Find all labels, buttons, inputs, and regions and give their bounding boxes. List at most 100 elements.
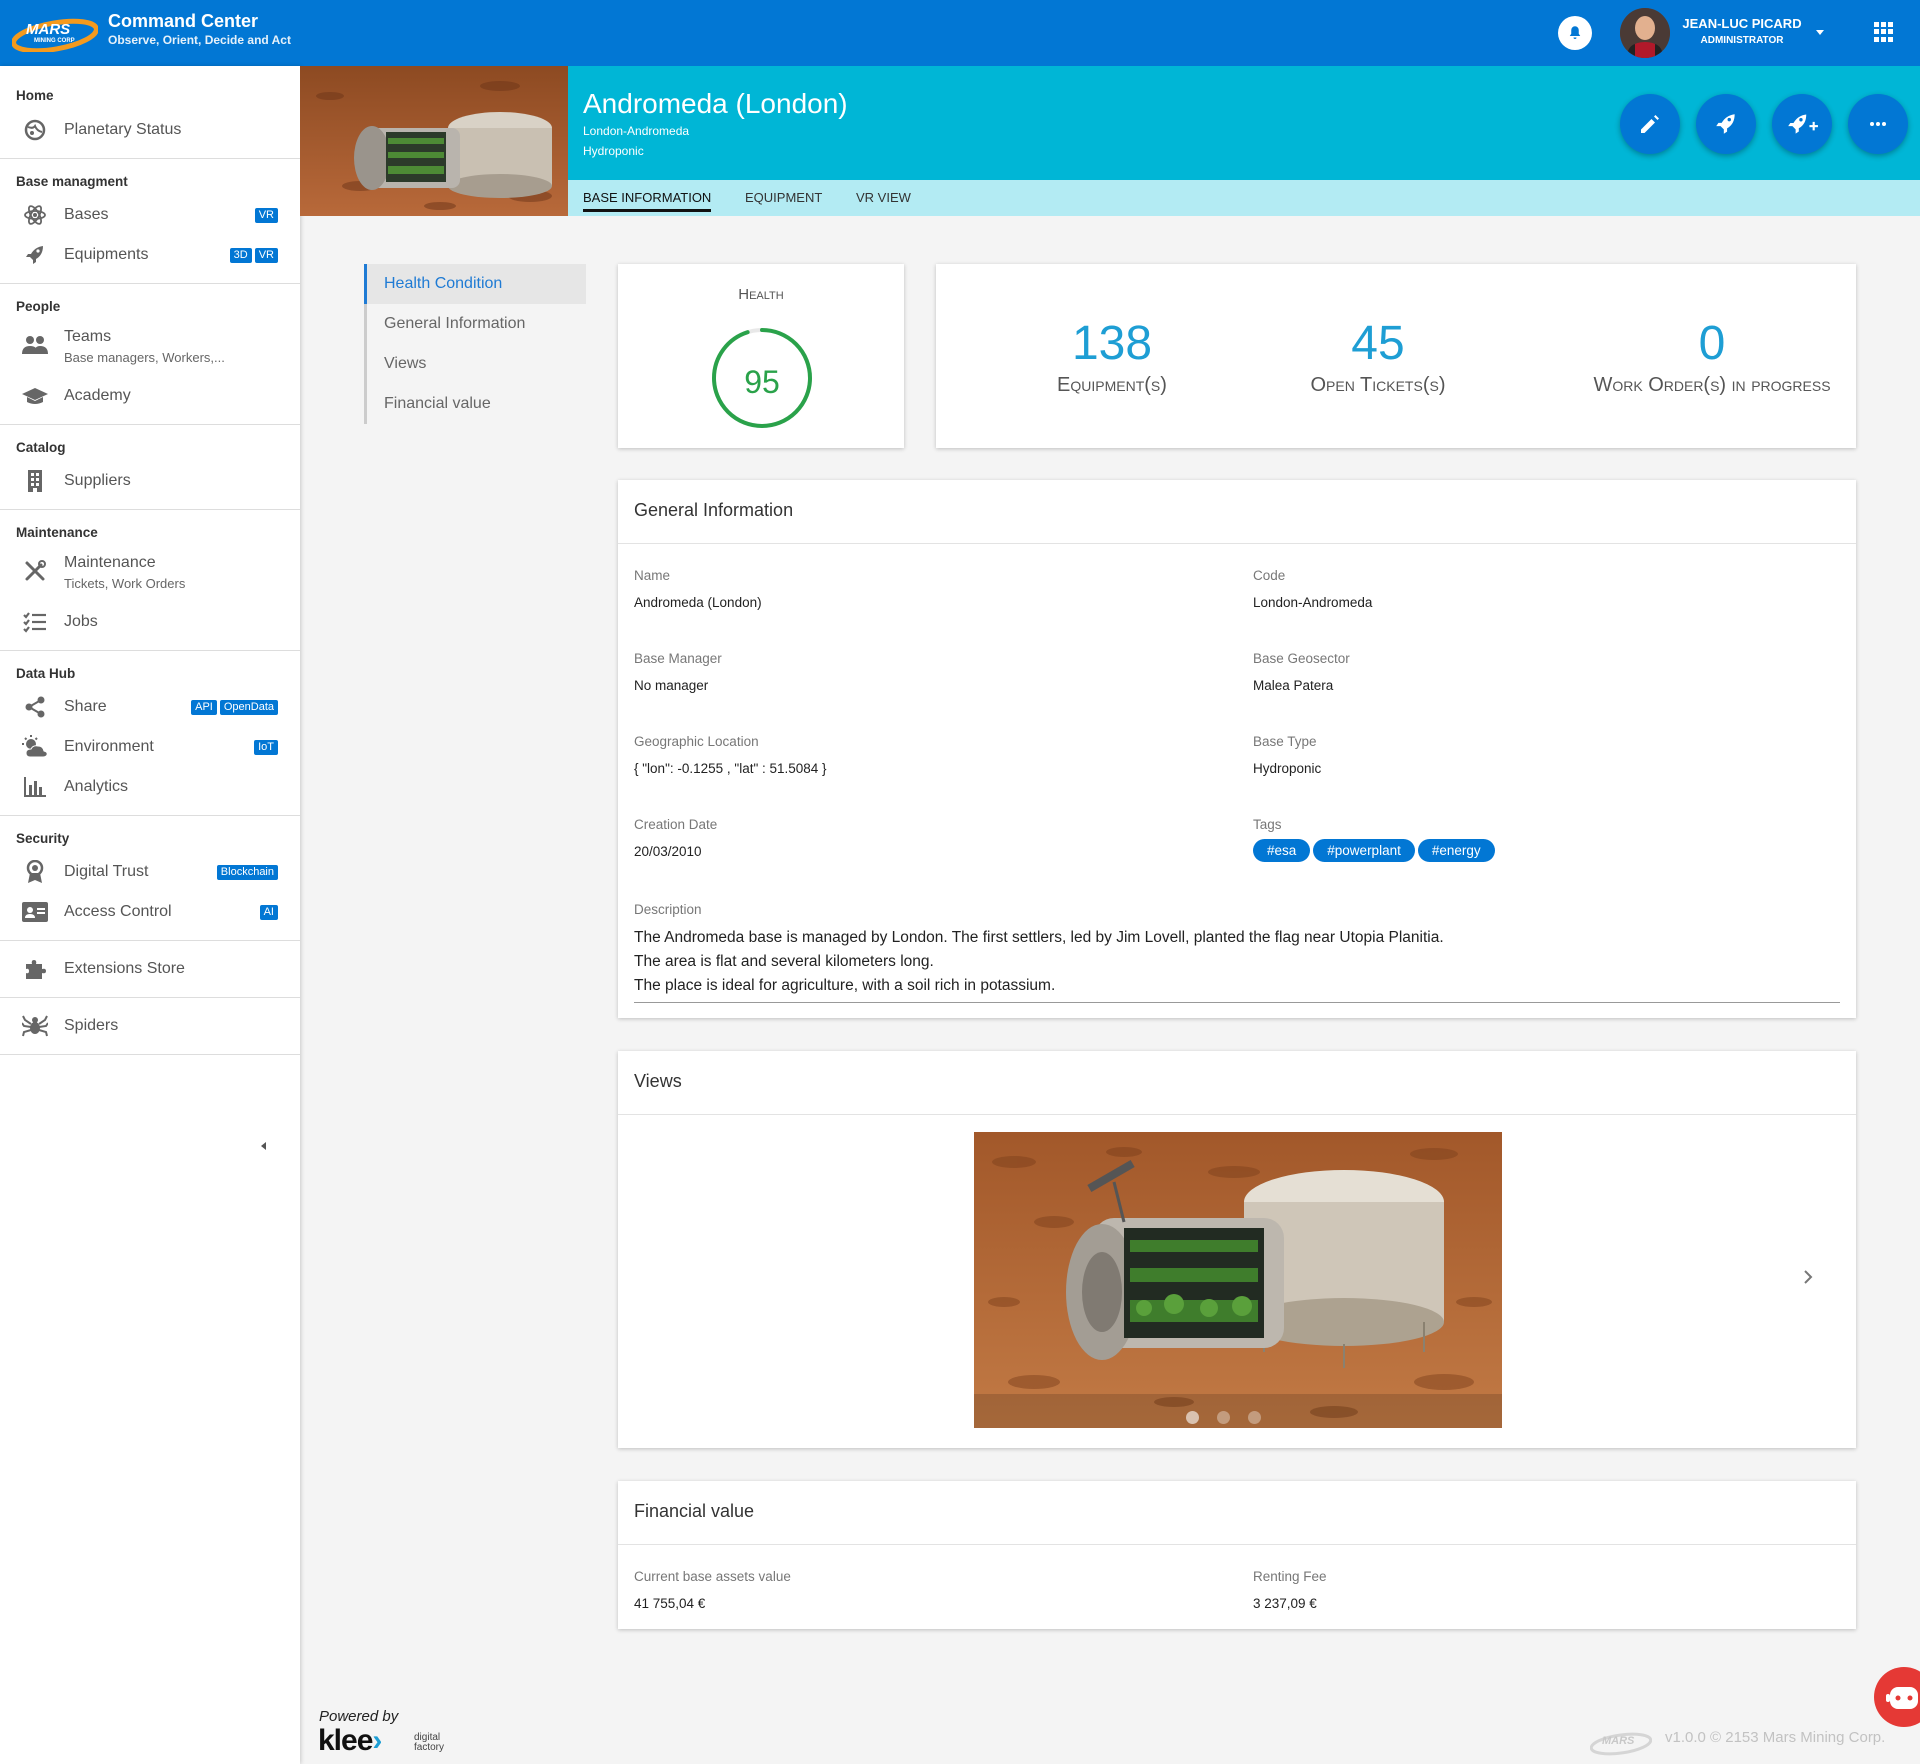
work-orders-count: 0 (1698, 317, 1726, 370)
sidebar-item-jobs[interactable]: Jobs (0, 604, 300, 640)
geographic-location-label: Geographic Location (634, 734, 759, 749)
blockchain-badge: Blockchain (216, 864, 278, 880)
app-title: Command Center (108, 11, 259, 31)
creation-date-label: Creation Date (634, 817, 718, 832)
user-menu-caret-icon[interactable] (1814, 26, 1826, 38)
tab-equipment[interactable]: EQUIPMENT (745, 190, 822, 205)
svg-text:MARS: MARS (26, 21, 70, 38)
sidebar-item-analytics[interactable]: Analytics (0, 769, 300, 805)
sidebar-item-environment[interactable]: Environment IoT (0, 729, 300, 765)
section-people: People (16, 299, 61, 314)
health-card: Health 95 (618, 264, 904, 448)
sidebar-item-label: Jobs (64, 613, 98, 630)
edit-button[interactable] (1620, 94, 1680, 154)
chevron-right-icon[interactable] (1802, 1269, 1814, 1285)
sidebar-item-suppliers[interactable]: Suppliers (0, 463, 300, 499)
carousel-dot[interactable] (1217, 1411, 1230, 1424)
rocket-icon (22, 242, 48, 268)
tag-chip[interactable]: #powerplant (1313, 839, 1415, 862)
sidebar-item-label: Extensions Store (64, 960, 185, 977)
divider (0, 815, 300, 816)
sidebar-item-share[interactable]: Share API OpenData (0, 689, 300, 725)
mars-mining-logo[interactable]: MARS MINING CORP (12, 12, 98, 52)
base-view-carousel-image[interactable] (974, 1132, 1502, 1428)
code-label: Code (1253, 568, 1286, 583)
carousel-dot[interactable] (1186, 1411, 1199, 1424)
klee-logo[interactable]: klee› (318, 1724, 382, 1758)
section-base-management: Base managment (16, 174, 128, 189)
vr-badge: VR (254, 207, 278, 223)
robot-icon (1886, 1687, 1918, 1709)
base-manager-value: No manager (634, 678, 709, 693)
sidebar-item-teams[interactable]: Teams Base managers, Workers,... (0, 322, 300, 368)
tab-vr-view[interactable]: VR VIEW (856, 190, 911, 205)
base-code: London-Andromeda (583, 124, 690, 138)
base-title: Andromeda (London) (583, 88, 848, 119)
chatbot-button[interactable] (1874, 1667, 1920, 1727)
divider (618, 543, 1856, 544)
svg-text:MINING CORP: MINING CORP (34, 38, 75, 44)
carousel-indicators (1186, 1411, 1261, 1424)
people-icon (22, 332, 48, 358)
puzzle-icon (22, 956, 48, 982)
sidebar-item-extensions-store[interactable]: Extensions Store (0, 951, 300, 987)
launch-button[interactable] (1696, 94, 1756, 154)
divider (0, 940, 300, 941)
vr-badge: VR (254, 247, 278, 263)
tag-list: #esa #powerplant #energy (1253, 839, 1495, 862)
user-name[interactable]: JEAN-LUC PICARD (1682, 16, 1802, 31)
description-label: Description (634, 902, 702, 917)
divider (634, 1002, 1840, 1003)
sidebar-item-label: Equipments (64, 246, 149, 263)
sidebar-item-maintenance[interactable]: Maintenance Tickets, Work Orders (0, 548, 300, 594)
sidebar-item-spiders[interactable]: Spiders (0, 1008, 300, 1044)
tag-chip[interactable]: #energy (1417, 839, 1495, 862)
weather-icon (22, 734, 48, 760)
name-value: Andromeda (London) (634, 595, 762, 610)
more-options-button[interactable] (1848, 94, 1908, 154)
renting-fee-value: 3 237,09 € (1253, 1596, 1317, 1611)
divider (0, 283, 300, 284)
base-type-label: Base Type (1253, 734, 1317, 749)
share-icon (22, 694, 48, 720)
divider (0, 1054, 300, 1055)
powered-by-label: Powered by (319, 1708, 399, 1725)
assets-value-label: Current base assets value (634, 1569, 791, 1584)
sidebar-item-bases[interactable]: Bases VR (0, 197, 300, 233)
user-avatar[interactable] (1620, 8, 1670, 58)
planet-icon (22, 117, 48, 143)
sidebar-item-access-control[interactable]: Access Control AI (0, 894, 300, 930)
sidebar-item-digital-trust[interactable]: Digital Trust Blockchain (0, 854, 300, 890)
notifications-bell-icon[interactable] (1558, 16, 1592, 50)
base-type: Hydroponic (583, 144, 644, 158)
base-geosector-value: Malea Patera (1253, 678, 1334, 693)
sidebar-item-equipments[interactable]: Equipments 3D VR (0, 237, 300, 273)
sidebar-item-sublabel: Tickets, Work Orders (64, 576, 186, 591)
section-catalog: Catalog (16, 440, 66, 455)
anchor-financial-value[interactable]: Financial value (367, 384, 586, 424)
sidebar-item-academy[interactable]: Academy (0, 378, 300, 414)
tab-base-information[interactable]: BASE INFORMATION (583, 190, 712, 212)
sidebar-item-label: Bases (64, 206, 109, 223)
carousel-dot[interactable] (1248, 1411, 1261, 1424)
collapse-sidebar-icon[interactable] (258, 1140, 268, 1152)
sidebar-item-label: Environment (64, 738, 154, 755)
anchor-health-condition[interactable]: Health Condition (364, 264, 586, 304)
sidebar-item-label: Access Control (64, 903, 172, 920)
tag-chip[interactable]: #esa (1253, 839, 1311, 862)
work-orders-label: Work Order(s) in progress (1593, 374, 1831, 396)
rocket-plus-icon (1788, 114, 1818, 134)
base-geosector-label: Base Geosector (1253, 651, 1350, 666)
section-security: Security (16, 831, 70, 846)
anchor-general-information[interactable]: General Information (367, 304, 586, 344)
sidebar-item-planetary-status[interactable]: Planetary Status (0, 112, 300, 148)
divider (0, 158, 300, 159)
card-title: Views (634, 1071, 682, 1091)
base-thumbnail-image (300, 66, 568, 216)
base-manager-label: Base Manager (634, 651, 722, 666)
top-app-bar: MARS MINING CORP Command Center Observe,… (0, 0, 1920, 66)
footer-mars-logo: MARS (1590, 1732, 1652, 1756)
apps-grid-icon[interactable] (1874, 22, 1894, 42)
add-launch-button[interactable] (1772, 94, 1832, 154)
anchor-views[interactable]: Views (367, 344, 586, 384)
